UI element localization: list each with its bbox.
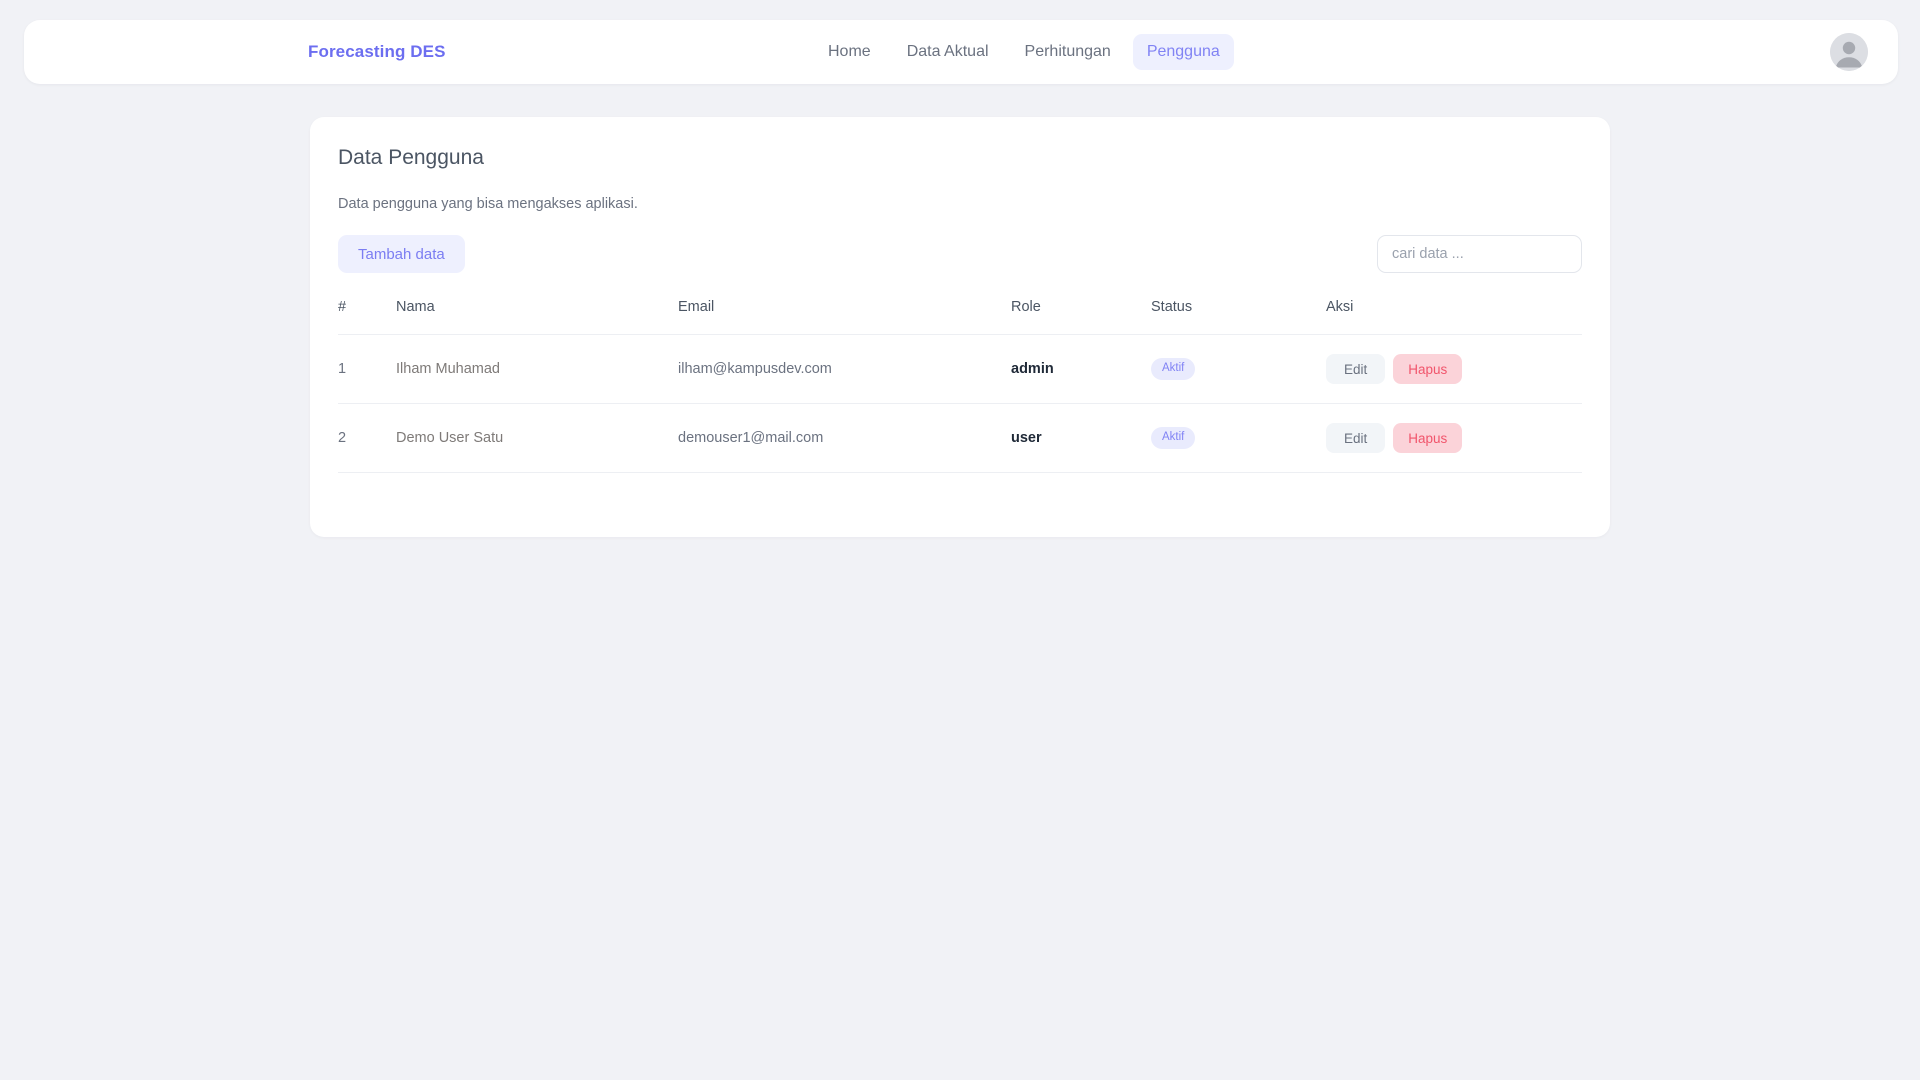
cell-status: Aktif <box>1151 334 1326 404</box>
page-title: Data Pengguna <box>338 146 484 169</box>
status-badge: Aktif <box>1151 427 1196 449</box>
row-actions: Edit Hapus <box>1326 354 1582 384</box>
nav-link-pengguna[interactable]: Pengguna <box>1132 34 1234 70</box>
table-header-row: # Nama Email Role Status Aksi <box>338 299 1582 335</box>
tambah-data-button[interactable]: Tambah data <box>338 235 465 273</box>
cell-role: user <box>1011 403 1151 473</box>
status-badge: Aktif <box>1151 358 1196 380</box>
cell-role: admin <box>1011 334 1151 404</box>
column-header-email: Email <box>678 299 1011 335</box>
top-navbar: Forecasting DES Home Data Aktual Perhitu… <box>24 20 1898 84</box>
hapus-button[interactable]: Hapus <box>1393 423 1463 453</box>
hapus-button[interactable]: Hapus <box>1393 354 1463 384</box>
cell-email: demouser1@mail.com <box>678 403 1011 473</box>
column-header-aksi: Aksi <box>1326 299 1582 335</box>
edit-button[interactable]: Edit <box>1326 423 1386 453</box>
cell-aksi: Edit Hapus <box>1326 334 1582 404</box>
edit-button[interactable]: Edit <box>1326 354 1386 384</box>
table-row: 1 Ilham Muhamad ilham@kampusdev.com admi… <box>338 334 1582 404</box>
main-nav: Home Data Aktual Perhitungan Pengguna <box>814 34 1234 70</box>
user-avatar-icon <box>1830 33 1868 71</box>
brand-logo[interactable]: Forecasting DES <box>308 42 446 62</box>
cell-status: Aktif <box>1151 403 1326 473</box>
cell-number: 1 <box>338 334 396 404</box>
nav-link-perhitungan[interactable]: Perhitungan <box>1011 34 1125 70</box>
cell-email: ilham@kampusdev.com <box>678 334 1011 404</box>
cell-nama: Demo User Satu <box>396 403 678 473</box>
nav-link-home[interactable]: Home <box>814 34 885 70</box>
column-header-status: Status <box>1151 299 1326 335</box>
users-table: # Nama Email Role Status Aksi 1 Ilham Mu… <box>338 299 1582 473</box>
avatar[interactable] <box>1830 33 1868 71</box>
data-pengguna-card: Data Pengguna Data pengguna yang bisa me… <box>310 117 1610 537</box>
nav-link-data-aktual[interactable]: Data Aktual <box>893 34 1003 70</box>
column-header-role: Role <box>1011 299 1151 335</box>
table-row: 2 Demo User Satu demouser1@mail.com user… <box>338 403 1582 473</box>
cell-aksi: Edit Hapus <box>1326 403 1582 473</box>
cell-nama: Ilham Muhamad <box>396 334 678 404</box>
search-input[interactable] <box>1377 235 1582 273</box>
column-header-nama: Nama <box>396 299 678 335</box>
column-header-number: # <box>338 299 396 335</box>
table-toolbar: Tambah data <box>338 235 1582 277</box>
cell-number: 2 <box>338 403 396 473</box>
row-actions: Edit Hapus <box>1326 423 1582 453</box>
page-subtitle: Data pengguna yang bisa mengakses aplika… <box>338 196 638 212</box>
